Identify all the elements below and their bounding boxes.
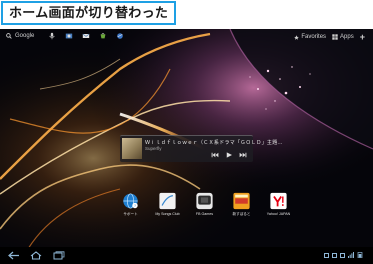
notification-icon <box>340 252 345 258</box>
market-icon[interactable] <box>99 32 107 40</box>
app-label: 新すぽると <box>232 212 251 216</box>
screen-caption: ホーム画面が切り替わった <box>1 1 177 25</box>
favorites-label: Favorites <box>301 34 327 40</box>
top-bar: Google Favorites Apps + <box>0 29 373 47</box>
microphone-icon[interactable] <box>48 32 56 40</box>
fb-games-icon <box>196 192 213 210</box>
search-label: Google <box>15 33 35 39</box>
browser-icon[interactable] <box>116 32 124 40</box>
gallery-icon[interactable] <box>65 32 73 40</box>
my-songs-club-icon <box>159 192 176 210</box>
apps-grid-icon <box>332 34 338 40</box>
apps-label: Apps <box>340 34 354 40</box>
top-right-actions: Favorites Apps + <box>294 32 365 42</box>
star-icon <box>294 34 300 40</box>
app-label: FB Games <box>195 212 214 216</box>
app-shortcut-sports-news[interactable]: 新すぽると <box>228 192 255 217</box>
battery-icon <box>357 252 363 258</box>
yahoo-japan-icon <box>270 192 287 210</box>
artist-name: Superfly <box>145 146 162 151</box>
home-icon[interactable] <box>30 251 42 260</box>
notification-icon <box>324 252 329 258</box>
app-label: サポート <box>123 212 138 216</box>
recent-apps-icon[interactable] <box>53 251 65 260</box>
email-icon[interactable] <box>82 32 90 40</box>
app-shortcut-yahoo-japan[interactable]: Yahoo! JAPAN <box>265 192 292 217</box>
app-label: My Songs Club <box>155 212 180 216</box>
support-globe-icon: ? <box>123 193 138 209</box>
favorites-button[interactable]: Favorites <box>294 34 326 40</box>
song-title: Ｗｉｌｄｆｌｏｗｅｒ（ＣＸ系ドラマ「ＧＯＬＤ」主題... <box>145 140 283 146</box>
system-navigation-bar <box>0 247 373 264</box>
app-shortcut-fb-games[interactable]: FB Games <box>191 192 218 217</box>
previous-track-icon[interactable] <box>211 152 219 158</box>
google-search-box[interactable]: Google <box>6 33 34 39</box>
quick-launch-icons <box>48 32 124 40</box>
album-art[interactable] <box>122 138 142 159</box>
app-shortcut-my-songs-club[interactable]: My Songs Club <box>154 192 181 217</box>
sports-news-icon <box>233 192 250 210</box>
app-label: Yahoo! JAPAN <box>266 212 291 216</box>
play-icon[interactable] <box>225 152 233 158</box>
next-track-icon[interactable] <box>239 152 247 158</box>
app-shortcut-support[interactable]: ? サポート <box>117 192 144 217</box>
playback-controls <box>211 152 247 158</box>
app-shortcut-row: ? サポート My Songs Club FB Games 新すぽると Yaho… <box>117 192 292 217</box>
tablet-screen: Google Favorites Apps + Ｗｉｌｄｆｌｏｗｅｒ（ＣＸ系ドラ… <box>0 29 373 264</box>
back-icon[interactable] <box>8 251 20 260</box>
system-status-area[interactable] <box>324 252 363 258</box>
svg-text:?: ? <box>134 204 136 208</box>
music-widget[interactable]: Ｗｉｌｄｆｌｏｗｅｒ（ＣＸ系ドラマ「ＧＯＬＤ」主題... Superfly <box>120 135 282 162</box>
notification-icon <box>332 252 337 258</box>
add-widget-button[interactable]: + <box>360 32 365 42</box>
search-icon <box>6 33 12 39</box>
signal-icon <box>348 252 354 258</box>
apps-button[interactable]: Apps <box>332 34 354 40</box>
